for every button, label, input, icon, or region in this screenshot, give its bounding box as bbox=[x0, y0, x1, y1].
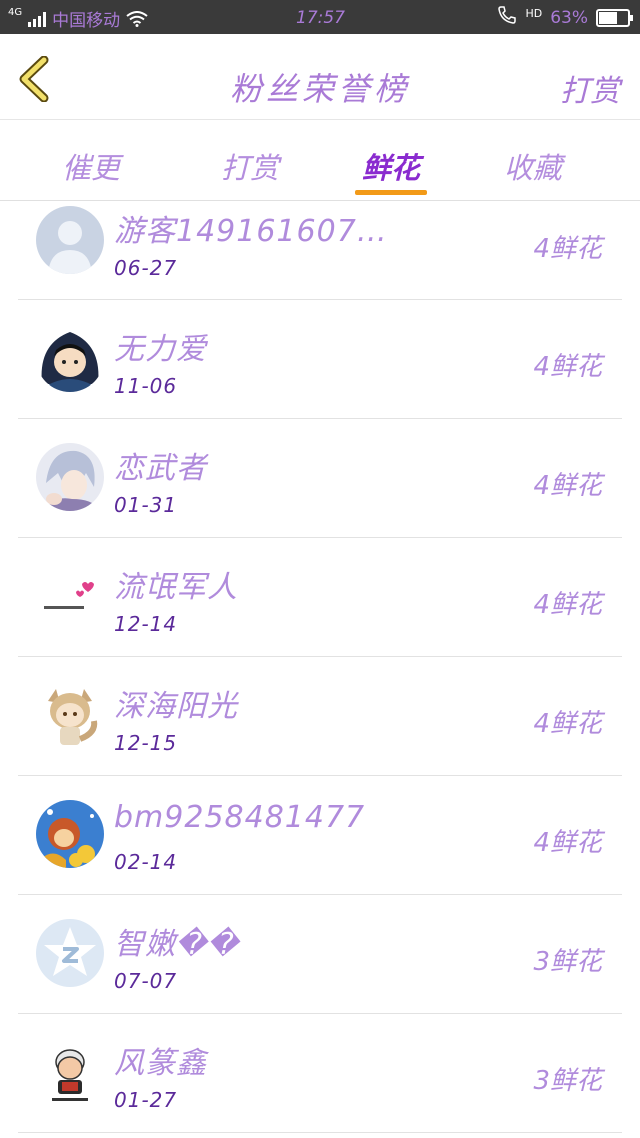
flower-count: 4鲜花 bbox=[533, 828, 602, 858]
active-tab-indicator bbox=[355, 190, 427, 195]
tab-reward[interactable]: 打赏 bbox=[190, 145, 310, 187]
fan-name: 智嫩�� bbox=[114, 927, 240, 962]
default-user-icon bbox=[36, 206, 104, 274]
cartoon-man-avatar bbox=[36, 1038, 104, 1106]
flower-count: 4鲜花 bbox=[533, 234, 602, 264]
fan-date: 12-15 bbox=[114, 731, 178, 755]
list-item[interactable]: 深海阳光 12-15 4鲜花 bbox=[18, 657, 622, 776]
fan-date: 01-31 bbox=[114, 493, 178, 517]
status-bar: 4G 中国移动 17:57 HD 63% bbox=[0, 0, 640, 34]
phone-icon bbox=[497, 5, 517, 30]
fan-name: 流氓军人 bbox=[114, 570, 238, 605]
list-item[interactable]: 游客149161607… 06-27 4鲜花 bbox=[18, 202, 622, 300]
page-title: 粉丝荣誉榜 bbox=[229, 70, 410, 108]
reward-button[interactable]: 打赏 bbox=[560, 66, 620, 110]
status-time: 17:57 bbox=[296, 8, 345, 28]
header: 粉丝荣誉榜 打赏 bbox=[0, 34, 640, 120]
tab-urge[interactable]: 催更 bbox=[31, 145, 151, 187]
list-item[interactable]: 风篆鑫 01-27 3鲜花 bbox=[18, 1014, 622, 1133]
flower-count: 3鲜花 bbox=[533, 947, 602, 977]
list-item[interactable]: 流氓军人 12-14 4鲜花 bbox=[18, 538, 622, 657]
fan-name: bm9258481477 bbox=[114, 800, 366, 835]
battery-icon bbox=[596, 8, 633, 27]
fan-date: 11-06 bbox=[114, 374, 178, 398]
fan-name: 无力爱 bbox=[114, 332, 207, 367]
qzone-star-avatar bbox=[36, 919, 104, 987]
fan-list: 游客149161607… 06-27 4鲜花 无力爱 11-06 4鲜花 恋武者… bbox=[18, 202, 622, 1133]
list-item[interactable]: 智嫩�� 07-07 3鲜花 bbox=[18, 895, 622, 1014]
fan-name: 恋武者 bbox=[114, 451, 207, 486]
flower-count: 4鲜花 bbox=[533, 352, 602, 382]
fan-name: 深海阳光 bbox=[114, 689, 238, 724]
fan-date: 01-27 bbox=[114, 1088, 178, 1112]
flower-count: 4鲜花 bbox=[533, 590, 602, 620]
fan-date: 06-27 bbox=[114, 256, 178, 280]
list-item[interactable]: bm9258481477 02-14 4鲜花 bbox=[18, 776, 622, 895]
carrier-name: 中国移动 bbox=[52, 11, 121, 31]
list-item[interactable]: 无力爱 11-06 4鲜花 bbox=[18, 300, 622, 419]
fan-date: 07-07 bbox=[114, 969, 178, 993]
status-right: HD 63% bbox=[497, 5, 633, 30]
anime-boy-avatar bbox=[36, 443, 104, 511]
status-left: 4G 中国移动 bbox=[8, 6, 148, 31]
fan-date: 02-14 bbox=[114, 850, 178, 874]
hooded-character-avatar bbox=[36, 324, 104, 392]
flower-count: 3鲜花 bbox=[533, 1066, 602, 1096]
signal-icon bbox=[28, 11, 47, 27]
cartoon-monkey-avatar bbox=[36, 800, 104, 868]
text-hearts-avatar bbox=[36, 562, 104, 630]
tab-flowers[interactable]: 鲜花 bbox=[331, 145, 451, 187]
wifi-icon bbox=[126, 10, 148, 27]
battery-percent: 63% bbox=[550, 7, 588, 28]
flower-count: 4鲜花 bbox=[533, 709, 602, 739]
flower-count: 4鲜花 bbox=[533, 471, 602, 501]
fan-name: 风篆鑫 bbox=[114, 1046, 207, 1081]
hd-badge: HD bbox=[525, 7, 543, 20]
tab-favorites[interactable]: 收藏 bbox=[473, 145, 593, 187]
chibi-fox-avatar bbox=[36, 681, 104, 749]
fan-name: 游客149161607… bbox=[114, 214, 388, 249]
tab-bar: 催更 打赏 鲜花 收藏 bbox=[0, 121, 640, 201]
list-item[interactable]: 恋武者 01-31 4鲜花 bbox=[18, 419, 622, 538]
fan-date: 12-14 bbox=[114, 612, 178, 636]
network-type: 4G bbox=[8, 7, 23, 18]
